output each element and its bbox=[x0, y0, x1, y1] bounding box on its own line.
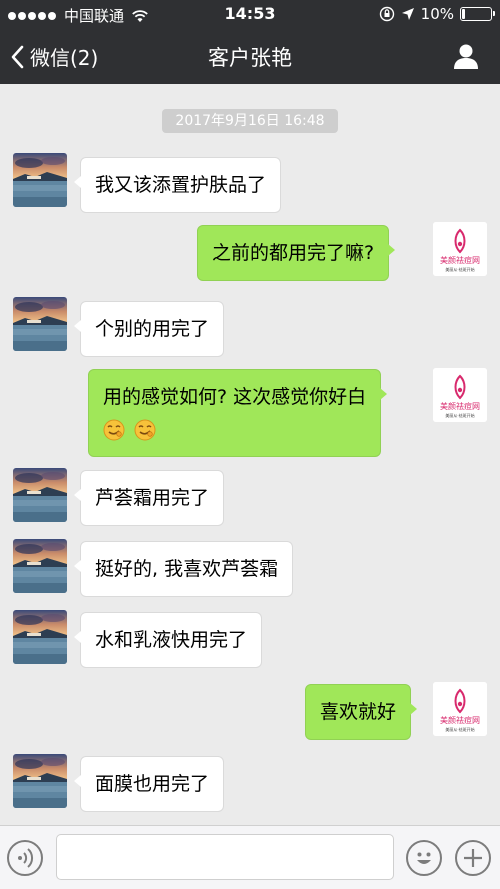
landscape-sunset-avatar bbox=[13, 468, 67, 522]
voice-icon bbox=[18, 848, 34, 868]
beauty-logo-avatar: 美颜祛痘网 美丽从·祛斑开始 bbox=[433, 368, 487, 422]
self-avatar[interactable]: 美颜祛痘网 美丽从·祛斑开始 bbox=[433, 682, 487, 736]
message-bubble[interactable]: 喜欢就好 bbox=[305, 684, 418, 740]
emoji-button[interactable] bbox=[406, 840, 442, 876]
status-right: 10% bbox=[379, 5, 495, 23]
message-text: 水和乳液快用完了 bbox=[95, 629, 248, 651]
chat-area: 2017年9月16日 16:48 我又该添置护肤品了 美颜祛痘网 美丽从·祛斑开… bbox=[0, 84, 500, 825]
message-bubble[interactable]: 个别的用完了 bbox=[73, 301, 225, 357]
contact-avatar[interactable] bbox=[13, 468, 67, 522]
message-text: 喜欢就好 bbox=[320, 701, 397, 723]
message-bubble[interactable]: 芦荟霜用完了 bbox=[73, 470, 225, 526]
svg-text:美颜祛痘网: 美颜祛痘网 bbox=[440, 255, 480, 265]
voice-button[interactable] bbox=[7, 840, 43, 876]
person-icon[interactable] bbox=[452, 42, 480, 70]
message-bubble[interactable]: 面膜也用完了 bbox=[73, 756, 225, 812]
self-avatar[interactable]: 美颜祛痘网 美丽从·祛斑开始 bbox=[433, 368, 487, 422]
message-bubble[interactable]: 水和乳液快用完了 bbox=[73, 612, 263, 668]
emoji-row bbox=[103, 413, 366, 445]
input-bar bbox=[0, 825, 500, 889]
contact-avatar[interactable] bbox=[13, 754, 67, 808]
svg-text:美丽从·祛斑开始: 美丽从·祛斑开始 bbox=[445, 726, 474, 732]
more-button[interactable] bbox=[455, 840, 491, 876]
landscape-sunset-avatar bbox=[13, 297, 67, 351]
svg-text:美颜祛痘网: 美颜祛痘网 bbox=[440, 715, 480, 725]
orientation-lock-icon bbox=[379, 6, 394, 22]
smirk-emoji bbox=[103, 419, 125, 440]
smirk-emoji bbox=[134, 419, 156, 440]
landscape-sunset-avatar bbox=[13, 539, 67, 593]
chat-title: 客户张艳 bbox=[208, 46, 292, 70]
battery-icon bbox=[460, 7, 495, 21]
svg-text:美丽从·祛斑开始: 美丽从·祛斑开始 bbox=[445, 266, 474, 272]
message-timestamp: 2017年9月16日 16:48 bbox=[162, 109, 338, 133]
plus-icon bbox=[464, 849, 482, 867]
contact-avatar[interactable] bbox=[13, 297, 67, 351]
svg-text:美丽从·祛斑开始: 美丽从·祛斑开始 bbox=[445, 412, 474, 418]
battery-percent: 10% bbox=[420, 5, 454, 23]
message-input[interactable] bbox=[56, 834, 394, 880]
beauty-logo-avatar: 美颜祛痘网 美丽从·祛斑开始 bbox=[433, 682, 487, 736]
beauty-logo-avatar: 美颜祛痘网 美丽从·祛斑开始 bbox=[433, 222, 487, 276]
self-avatar[interactable]: 美颜祛痘网 美丽从·祛斑开始 bbox=[433, 222, 487, 276]
message-text: 面膜也用完了 bbox=[95, 773, 210, 795]
svg-text:美颜祛痘网: 美颜祛痘网 bbox=[440, 401, 480, 411]
message-text: 个别的用完了 bbox=[95, 318, 210, 340]
nav-bar: 微信(2) 客户张艳 bbox=[0, 28, 500, 84]
landscape-sunset-avatar bbox=[13, 610, 67, 664]
message-bubble[interactable]: 之前的都用完了嘛? bbox=[197, 225, 396, 281]
message-text: 我又该添置护肤品了 bbox=[95, 174, 267, 196]
message-text: 芦荟霜用完了 bbox=[95, 487, 210, 509]
location-arrow-icon bbox=[401, 8, 414, 20]
message-text: 之前的都用完了嘛? bbox=[212, 242, 375, 264]
message-text: 用的感觉如何? 这次感觉你好白 bbox=[103, 386, 367, 408]
message-bubble[interactable]: 挺好的, 我喜欢芦荟霜 bbox=[73, 541, 294, 597]
emoji-face-icon bbox=[417, 852, 431, 864]
landscape-sunset-avatar bbox=[13, 153, 67, 207]
landscape-sunset-avatar bbox=[13, 754, 67, 808]
status-bar: 中国联通 14:53 10% bbox=[0, 0, 500, 28]
contact-avatar[interactable] bbox=[13, 153, 67, 207]
contact-avatar[interactable] bbox=[13, 539, 67, 593]
message-bubble[interactable]: 我又该添置护肤品了 bbox=[73, 157, 282, 213]
message-text: 挺好的, 我喜欢芦荟霜 bbox=[95, 558, 279, 580]
message-bubble[interactable]: 用的感觉如何? 这次感觉你好白 bbox=[88, 369, 388, 457]
contact-avatar[interactable] bbox=[13, 610, 67, 664]
battery-fill bbox=[462, 9, 465, 19]
